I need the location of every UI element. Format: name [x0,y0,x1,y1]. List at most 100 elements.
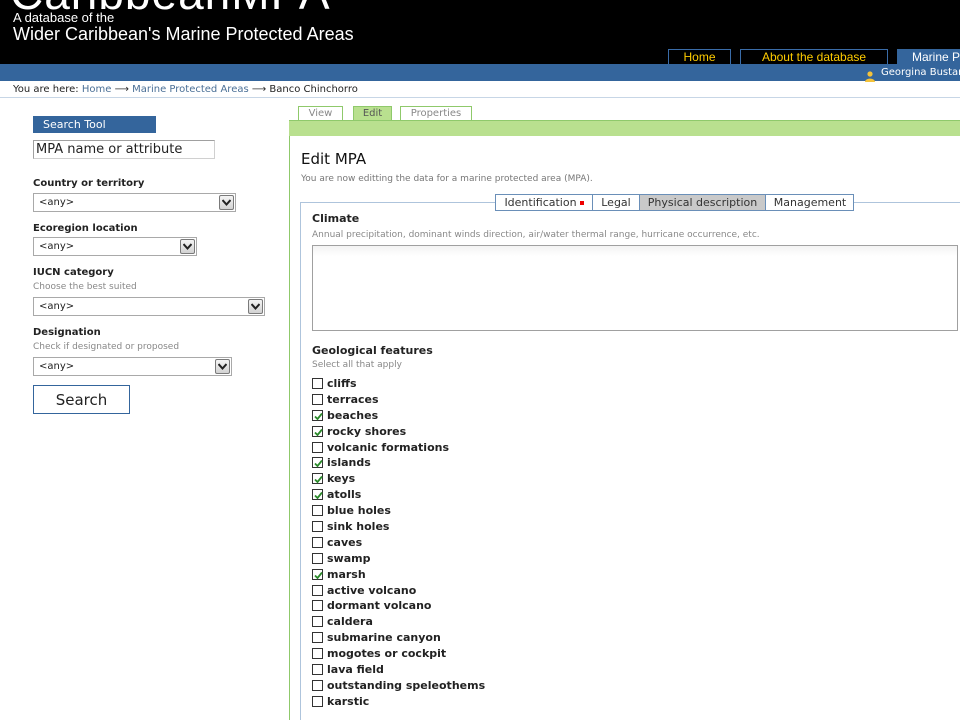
geological-feature-checkbox[interactable] [312,616,323,628]
search-button[interactable]: Search [33,385,130,414]
geological-feature-label: rocky shores [327,424,407,438]
required-marker-icon [579,201,584,205]
geological-feature-checkbox[interactable] [312,679,323,691]
geological-feature-checkbox[interactable] [312,600,323,612]
geological-feature-checkbox[interactable] [312,409,323,421]
geological-feature-option[interactable]: rocky shores [312,424,612,440]
chevron-down-icon[interactable] [180,239,195,254]
tab-view[interactable]: View [298,106,343,120]
geological-feature-option[interactable]: mogotes or cockpit [312,646,612,662]
geological-feature-option[interactable]: dormant volcano [312,598,612,614]
tab-edit[interactable]: Edit [353,106,392,120]
chevron-down-icon[interactable] [215,359,230,374]
geological-feature-option[interactable]: blue holes [312,503,612,519]
geological-feature-checkbox[interactable] [312,632,323,644]
section-tab-legal[interactable]: Legal [593,195,640,210]
geological-feature-label: lava field [327,663,384,677]
search-sidebar: Search Tool Country or territory <any> E… [0,98,288,720]
geological-feature-option[interactable]: atolls [312,487,612,503]
geological-feature-checkbox[interactable] [312,648,323,660]
nav-marine-protected-areas[interactable]: Marine Protected Areas [897,49,960,64]
user-bar: Georgina Bustamante [0,64,960,82]
section-tab-physical-description[interactable]: Physical description [640,195,766,210]
geological-feature-option[interactable]: caldera [312,614,612,630]
geological-feature-option[interactable]: sink holes [312,519,612,535]
chevron-down-icon[interactable] [248,299,263,314]
geological-feature-label: swamp [327,551,371,565]
geological-feature-option[interactable]: islands [312,455,612,471]
geological-feature-label: mogotes or cockpit [327,647,447,661]
breadcrumb-separator: ⟶ [114,84,129,95]
designation-select[interactable]: <any> [33,357,232,376]
breadcrumb: You are here: Home ⟶ Marine Protected Ar… [0,81,960,98]
breadcrumb-marine-protected-areas[interactable]: Marine Protected Areas [132,84,249,95]
site-header: CaribbeanMPA A database of the Wider Car… [0,0,960,64]
geological-feature-label: caves [327,535,363,549]
breadcrumb-current: Banco Chinchorro [269,84,358,95]
geological-feature-option[interactable]: terraces [312,392,612,408]
geological-features-label: Geological features [312,344,433,357]
checkmark-icon [314,412,323,421]
checkmark-icon [314,571,323,580]
geological-feature-checkbox[interactable] [312,568,323,580]
geological-feature-label: caldera [327,615,373,629]
designation-filter-hint: Check if designated or proposed [33,342,180,352]
search-tool-title: Search Tool [33,116,156,133]
section-tab-identification[interactable]: Identification [496,195,593,210]
section-tab-identification-label: Identification [504,196,577,209]
edit-tab-bar [289,120,960,136]
geological-feature-checkbox[interactable] [312,552,323,564]
country-filter-label: Country or territory [33,178,145,189]
climate-textarea[interactable] [312,245,958,331]
geological-feature-checkbox[interactable] [312,473,323,485]
geological-feature-option[interactable]: caves [312,535,612,551]
geological-feature-checkbox[interactable] [312,505,323,517]
section-tab-management[interactable]: Management [766,195,854,210]
geological-feature-checkbox[interactable] [312,425,323,437]
breadcrumb-home[interactable]: Home [82,84,112,95]
country-select[interactable]: <any> [33,193,236,212]
tab-properties[interactable]: Properties [400,106,472,120]
nav-about-database[interactable]: About the database [740,49,888,64]
user-name-link[interactable]: Georgina Bustamante [881,66,960,79]
geological-feature-option[interactable]: outstanding speleothems [312,678,612,694]
geological-features-hint: Select all that apply [312,360,402,370]
chevron-down-icon[interactable] [219,195,234,210]
nav-home[interactable]: Home [668,49,731,64]
geological-feature-checkbox[interactable] [312,393,323,405]
geological-feature-label: beaches [327,408,379,422]
geological-feature-checkbox[interactable] [312,521,323,533]
geological-feature-checkbox[interactable] [312,441,323,453]
geological-feature-label: outstanding speleothems [327,678,486,692]
geological-feature-label: sink holes [327,520,390,534]
geological-feature-option[interactable]: marsh [312,567,612,583]
geological-feature-option[interactable]: swamp [312,551,612,567]
geological-feature-checkbox[interactable] [312,457,323,469]
geological-feature-checkbox[interactable] [312,695,323,707]
geological-feature-checkbox[interactable] [312,536,323,548]
ecoregion-select[interactable]: <any> [33,237,197,256]
geological-feature-option[interactable]: active volcano [312,583,612,599]
geological-feature-option[interactable]: beaches [312,408,612,424]
geological-feature-option[interactable]: keys [312,471,612,487]
checkmark-icon [314,492,323,500]
geological-feature-checkbox[interactable] [312,489,323,501]
page-title: Edit MPA [301,150,367,168]
geological-feature-label: atolls [327,488,362,502]
geological-feature-label: terraces [327,392,379,406]
geological-feature-option[interactable]: submarine canyon [312,630,612,646]
iucn-select[interactable]: <any> [33,297,265,316]
site-tagline-line1: A database of the [13,10,115,25]
geological-feature-option[interactable]: lava field [312,662,612,678]
geological-feature-option[interactable]: karstic [312,694,612,710]
geological-feature-option[interactable]: cliffs [312,376,612,392]
geological-feature-option[interactable]: volcanic formations [312,440,612,456]
designation-select-value: <any> [39,361,75,372]
geological-feature-checkbox[interactable] [312,584,323,596]
geological-feature-checkbox[interactable] [312,378,323,389]
geological-feature-label: cliffs [327,377,357,390]
climate-label: Climate [312,212,360,225]
geological-feature-label: karstic [327,694,370,708]
geological-feature-checkbox[interactable] [312,664,323,676]
mpa-search-input[interactable] [33,140,215,159]
